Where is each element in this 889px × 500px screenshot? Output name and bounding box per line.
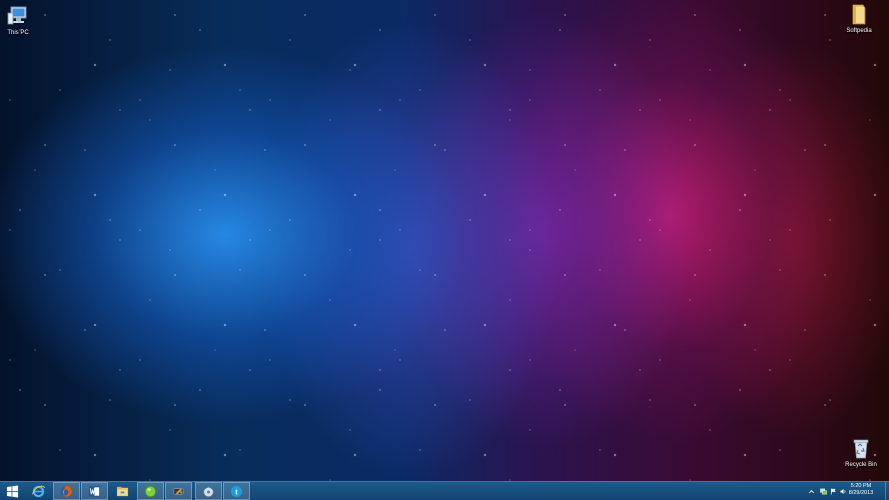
start-button[interactable]: [0, 482, 24, 500]
clock-date: 8/29/2013: [848, 490, 874, 496]
recycle-bin-icon: [853, 439, 869, 459]
tool-app-icon: [173, 487, 184, 495]
taskbar-skype[interactable]: t: [223, 482, 250, 500]
desktop-icon-softpedia[interactable]: Softpedia: [837, 3, 881, 35]
starfield-background: [0, 0, 889, 500]
tray-overflow-chevron-icon[interactable]: [808, 488, 815, 495]
show-desktop-button[interactable]: [885, 482, 889, 500]
starfield-background-layer: [0, 0, 889, 500]
taskbar-green-ball-app[interactable]: [137, 482, 164, 500]
word-icon: [88, 485, 101, 497]
taskbar-disc-app[interactable]: [195, 482, 222, 500]
windows-start-icon: [6, 484, 18, 498]
taskbar-tool-app[interactable]: [165, 482, 192, 500]
taskbar-file-explorer[interactable]: [109, 482, 136, 500]
action-center-flag-icon[interactable]: [830, 487, 837, 495]
desktop-icon-label: Recycle Bin: [845, 462, 877, 468]
this-pc-icon: [7, 6, 27, 25]
skype-icon: t: [230, 485, 243, 497]
disc-app-icon: [203, 485, 214, 497]
taskbar[interactable]: t 5:20 PM 8/29/2013: [0, 481, 889, 500]
desktop[interactable]: This PC Softpedia Recycle Bin t 5:20 PM …: [0, 0, 889, 500]
taskbar-clock[interactable]: 5:20 PM 8/29/2013: [841, 483, 881, 497]
file-explorer-icon: [116, 486, 129, 496]
folder-icon: [852, 4, 866, 25]
taskbar-internet-explorer[interactable]: [25, 482, 52, 500]
taskbar-word[interactable]: [81, 482, 108, 500]
desktop-icon-recycle-bin[interactable]: Recycle Bin: [839, 437, 883, 469]
taskbar-firefox[interactable]: [53, 482, 80, 500]
clock-time: 5:20 PM: [850, 483, 872, 489]
desktop-icon-this-pc[interactable]: This PC: [0, 5, 40, 37]
firefox-icon: [60, 485, 73, 497]
desktop-icon-label: Softpedia: [846, 28, 872, 34]
green-ball-app-icon: [145, 485, 156, 497]
network-icon[interactable]: [820, 488, 827, 495]
desktop-icon-label: This PC: [7, 30, 29, 36]
internet-explorer-icon: [32, 485, 45, 497]
